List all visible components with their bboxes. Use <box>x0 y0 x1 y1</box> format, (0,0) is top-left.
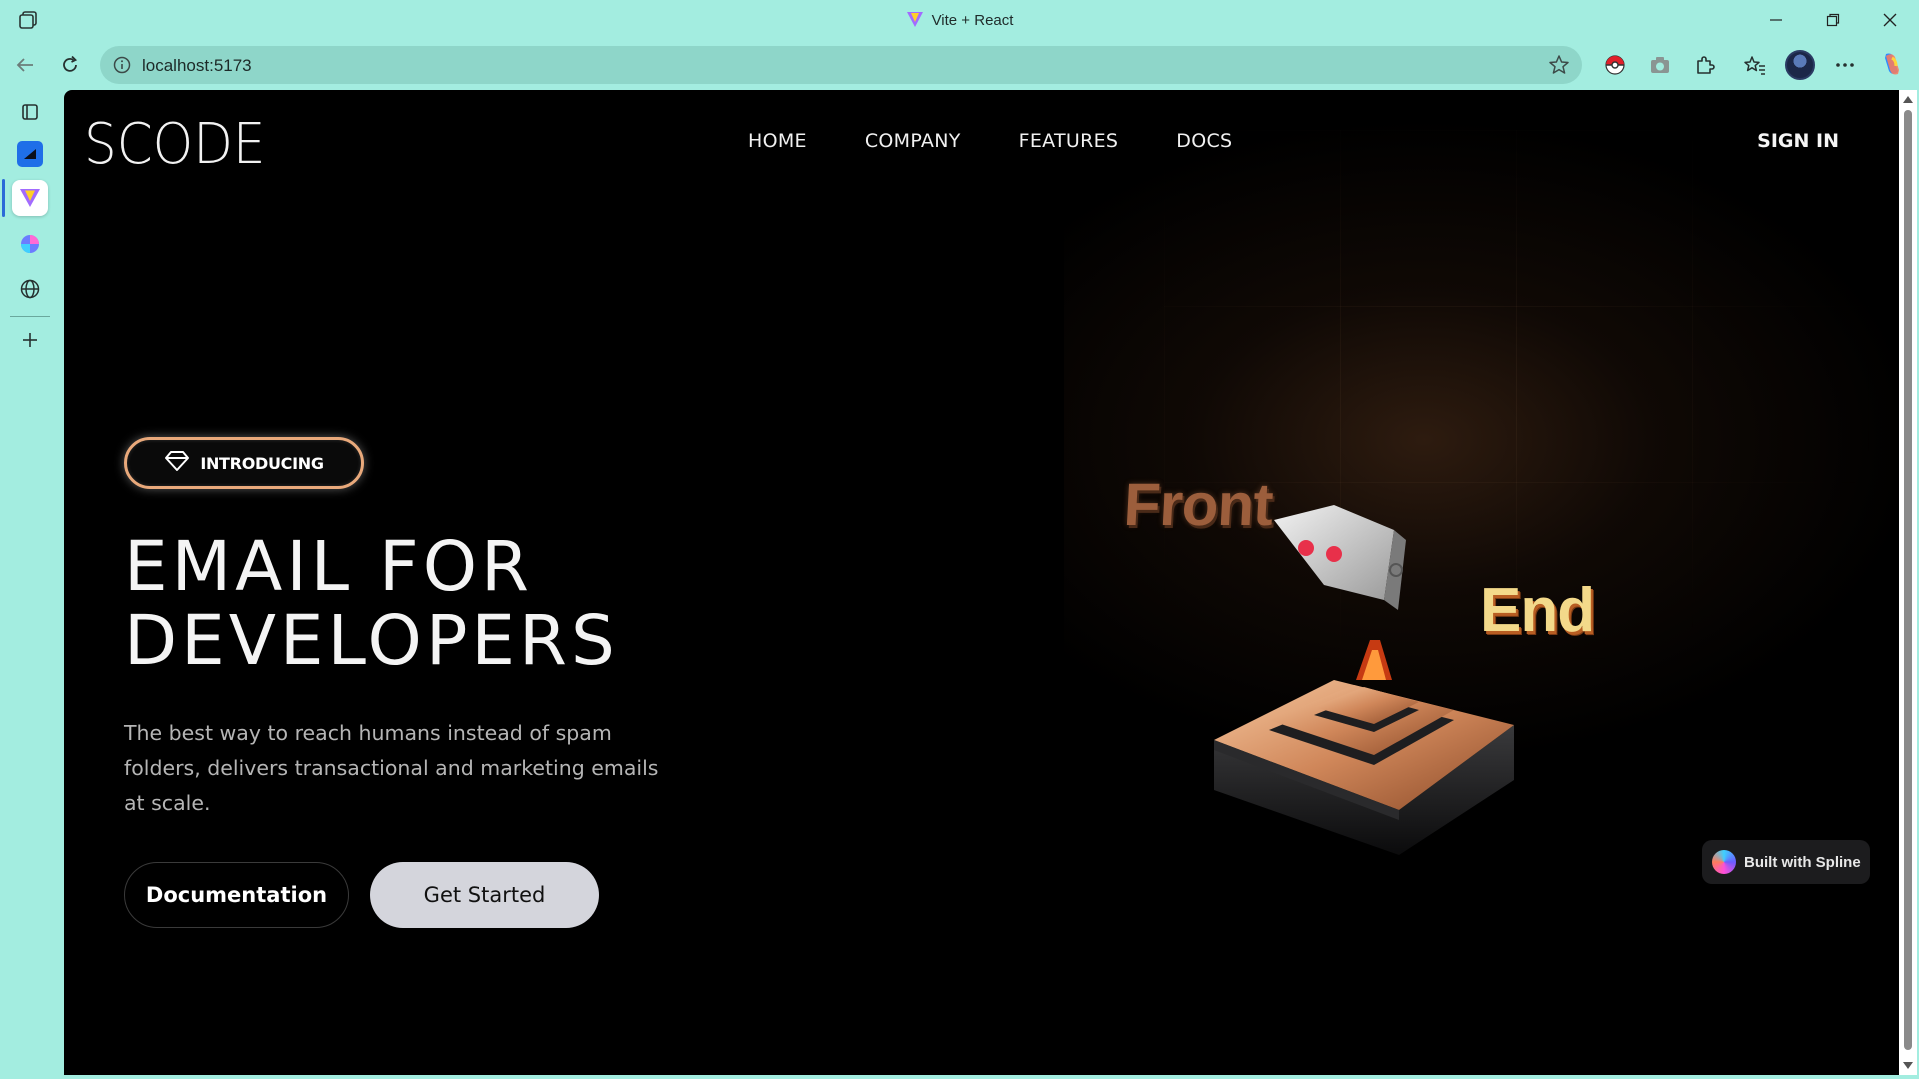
spline-logo-icon <box>1712 850 1736 874</box>
sign-in-link[interactable]: SIGN IN <box>1757 130 1839 152</box>
favorite-star-icon[interactable] <box>1548 54 1570 80</box>
nav-company[interactable]: COMPANY <box>865 130 961 152</box>
window-title: Vite + React <box>0 10 1919 32</box>
extensions-icon[interactable] <box>1690 50 1720 80</box>
spline-3d-scene[interactable]: Front End <box>1122 460 1644 940</box>
gem-icon <box>164 449 190 477</box>
copilot-icon[interactable] <box>1877 49 1907 79</box>
new-tab-plus-icon[interactable] <box>12 322 48 358</box>
hero-title-line1: EMAIL FOR <box>124 527 533 607</box>
tab-actions-icon[interactable] <box>12 94 48 130</box>
introducing-label: INTRODUCING <box>200 453 324 473</box>
scroll-up-arrow-icon[interactable] <box>1903 96 1913 103</box>
favorites-icon[interactable] <box>1740 50 1770 80</box>
vite-logo-icon <box>906 10 924 32</box>
blue-app-tab-icon[interactable] <box>12 136 48 172</box>
restore-icon[interactable] <box>1813 6 1853 34</box>
vertical-tab-strip <box>0 90 62 1079</box>
scene-end-text: End <box>1480 576 1595 645</box>
documentation-button[interactable]: Documentation <box>124 862 349 928</box>
minimize-icon[interactable] <box>1756 6 1796 34</box>
site-logo[interactable]: SCODE <box>84 112 265 177</box>
pokeball-extension-icon[interactable] <box>1600 50 1630 80</box>
spline-badge-label: Built with Spline <box>1744 853 1861 871</box>
browser-toolbar: localhost:5173 <box>0 44 1919 86</box>
nav-features[interactable]: FEATURES <box>1019 130 1119 152</box>
camera-icon[interactable] <box>1645 50 1675 80</box>
window-title-text: Vite + React <box>931 12 1014 29</box>
introducing-badge: INTRODUCING <box>124 437 364 489</box>
page-scrollbar[interactable] <box>1899 90 1917 1075</box>
site-info-icon[interactable] <box>112 55 132 79</box>
address-bar[interactable]: localhost:5173 <box>100 46 1582 84</box>
nav-docs[interactable]: DOCS <box>1176 130 1232 152</box>
globe-tab-icon[interactable] <box>12 271 48 307</box>
profile-avatar[interactable] <box>1785 50 1815 80</box>
reload-icon[interactable] <box>55 50 85 80</box>
hero-subtitle: The best way to reach humans instead of … <box>124 721 659 815</box>
active-tab-indicator <box>2 179 5 217</box>
robot-platform-illustration <box>1214 505 1514 855</box>
page-viewport: SCODE HOME COMPANY FEATURES DOCS SIGN IN… <box>64 90 1899 1075</box>
hero-title: EMAIL FOR DEVELOPERS <box>124 530 824 678</box>
scroll-down-arrow-icon[interactable] <box>1903 1062 1913 1069</box>
title-bar: Vite + React <box>0 0 1919 40</box>
get-started-button[interactable]: Get Started <box>370 862 599 928</box>
main-nav: HOME COMPANY FEATURES DOCS <box>748 130 1290 152</box>
back-icon[interactable] <box>10 50 40 80</box>
scroll-thumb[interactable] <box>1904 110 1912 1050</box>
built-with-spline-badge[interactable]: Built with Spline <box>1702 840 1870 884</box>
more-icon[interactable] <box>1830 50 1860 80</box>
hero-title-line2: DEVELOPERS <box>124 601 619 681</box>
vite-tab-icon[interactable] <box>12 180 48 216</box>
nav-home[interactable]: HOME <box>748 130 807 152</box>
address-url[interactable]: localhost:5173 <box>142 56 252 76</box>
copilot-tab-icon[interactable] <box>12 226 48 262</box>
close-icon[interactable] <box>1870 6 1910 34</box>
sidebar-divider <box>10 316 50 317</box>
